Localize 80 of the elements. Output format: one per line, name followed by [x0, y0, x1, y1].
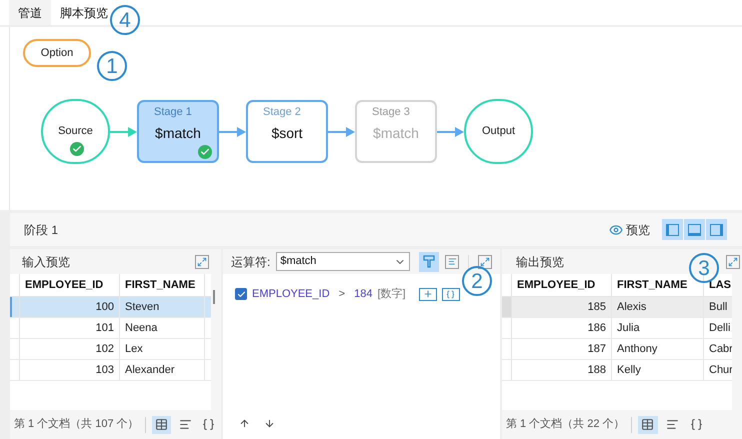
table-cell: Kelly	[612, 360, 704, 380]
table-cell: 188	[512, 360, 612, 380]
arrow-icon	[328, 126, 355, 136]
operator-label: 运算符:	[231, 254, 270, 270]
table-cell: 101	[20, 318, 120, 338]
callout-number: 2	[462, 266, 492, 296]
move-down-icon[interactable]	[264, 418, 275, 429]
column-header[interactable]: EMPLOYEE_ID	[20, 274, 120, 296]
stage-node[interactable]: Stage 1 $match	[137, 100, 219, 163]
table-cell: Alexander	[120, 360, 205, 380]
panel-title: 输出预览	[516, 254, 564, 270]
format-icon[interactable]	[419, 252, 440, 272]
arrow-icon	[219, 126, 246, 136]
table-row[interactable]: 100 Steven	[10, 297, 211, 318]
preview-toggle[interactable]: 预览	[609, 220, 650, 238]
panel-title: 输入预览	[22, 254, 70, 270]
table-cell: Delli	[704, 318, 732, 338]
layout-icon[interactable]	[662, 219, 683, 240]
node-label: Output	[482, 124, 516, 140]
column-header[interactable]: FIRST_NAME	[120, 274, 205, 296]
table-cell: Alexis	[612, 297, 704, 317]
table-cell: 187	[512, 339, 612, 359]
layout-icon[interactable]	[706, 219, 727, 240]
expand-icon[interactable]	[478, 254, 492, 268]
callout-number: 1	[97, 51, 127, 81]
add-condition-button[interactable]	[418, 288, 437, 301]
arrow-icon	[437, 126, 464, 136]
operator-select[interactable]: $match	[276, 252, 410, 271]
expand-icon[interactable]	[195, 254, 209, 268]
document-count: 第 1 个文档（共 22 个）	[506, 416, 625, 432]
condition-checkbox[interactable]	[235, 288, 247, 300]
table-row[interactable]: 186 Julia Delli	[502, 318, 732, 339]
arrow-icon	[110, 126, 137, 136]
condition-operator[interactable]: >	[334, 286, 350, 302]
table-cell: 186	[512, 318, 612, 338]
source-node[interactable]: Source	[41, 99, 110, 164]
table-cell: 185	[512, 297, 612, 317]
callout-number: 4	[110, 5, 140, 35]
table-row[interactable]: 185 Alexis Bull	[502, 297, 732, 318]
stage-label: Stage 1	[154, 105, 192, 120]
table-cell: Lex	[120, 339, 205, 359]
stage-operator: $match	[372, 124, 420, 143]
node-label: Source	[58, 124, 93, 140]
table-cell: Julia	[612, 318, 704, 338]
stage-operator: $match	[154, 124, 202, 143]
table-row[interactable]: 101 Neena	[10, 318, 211, 339]
table-view-icon[interactable]	[152, 416, 171, 434]
table-row[interactable]: 102 Lex	[10, 339, 211, 360]
table-cell: Neena	[120, 318, 205, 338]
table-cell: 100	[20, 297, 120, 317]
expand-icon[interactable]	[726, 254, 740, 268]
stage-node[interactable]: Stage 2 $sort	[246, 100, 328, 163]
table-row[interactable]: 103 Alexander	[10, 360, 211, 381]
plus-icon	[422, 289, 433, 300]
stage-label: Stage 2	[263, 105, 301, 120]
eye-icon	[609, 222, 623, 236]
condition-value[interactable]: 184	[354, 286, 372, 302]
table-cell: Anthony	[612, 339, 704, 359]
braces-icon	[446, 290, 456, 299]
condition-field[interactable]: EMPLOYEE_ID	[252, 286, 330, 302]
option-button[interactable]: Option	[23, 39, 91, 67]
column-header[interactable]: EMPLOYEE_ID	[512, 274, 612, 296]
stage-label: Stage 3	[372, 105, 410, 120]
table-cell: Steven	[120, 297, 205, 317]
column-header[interactable]: FIRST_NAME	[612, 274, 704, 296]
condition-type: [数字]	[377, 286, 406, 302]
layout-icon[interactable]	[684, 219, 705, 240]
tab[interactable]: 管道	[9, 0, 51, 25]
output-node[interactable]: Output	[464, 99, 533, 164]
table-cell: 102	[20, 339, 120, 359]
move-up-icon[interactable]	[239, 418, 250, 429]
stage-operator: $sort	[270, 124, 304, 143]
table-view-icon[interactable]	[638, 416, 658, 434]
stage-title: 阶段 1	[24, 222, 58, 238]
align-icon[interactable]	[445, 254, 460, 268]
add-group-button[interactable]	[442, 288, 460, 301]
table-cell: Bull	[704, 297, 732, 317]
table-cell: 103	[20, 360, 120, 380]
document-count: 第 1 个文档（共 107 个）	[14, 416, 139, 432]
scrollbar-thumb[interactable]	[213, 290, 215, 304]
